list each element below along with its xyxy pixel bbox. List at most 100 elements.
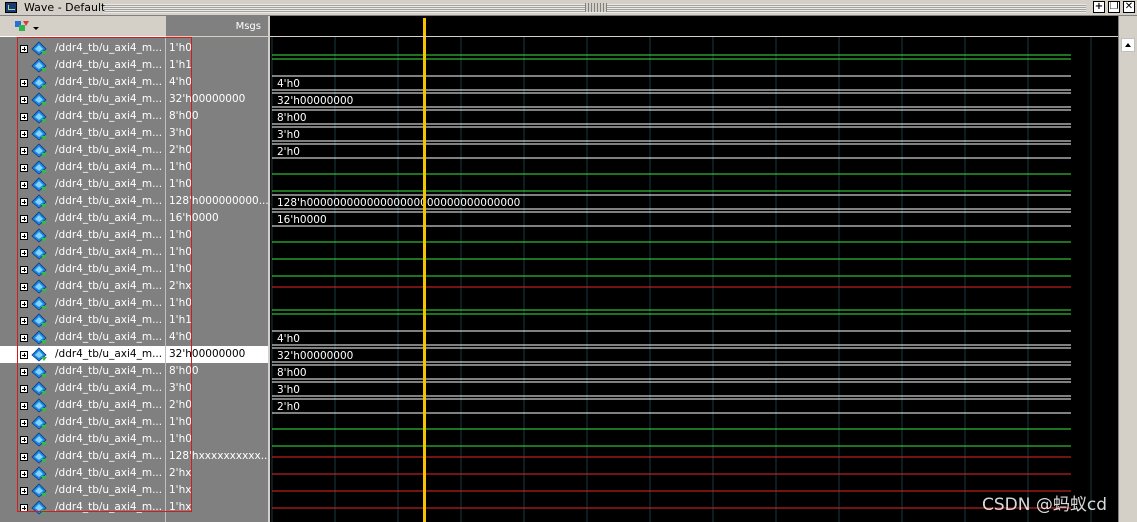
- expand-icon[interactable]: [20, 504, 28, 512]
- signal-value[interactable]: 1'hx: [166, 499, 268, 516]
- signal-row[interactable]: /ddr4_tb/u_axi4_m...: [0, 431, 165, 448]
- signal-diamond-icon: [31, 500, 47, 515]
- expand-icon[interactable]: [20, 453, 28, 461]
- signal-value[interactable]: 1'h0: [166, 40, 268, 57]
- signal-row[interactable]: /ddr4_tb/u_axi4_m...: [0, 74, 165, 91]
- signal-value[interactable]: 3'h0: [166, 125, 268, 142]
- signal-row[interactable]: /ddr4_tb/u_axi4_m...: [0, 125, 165, 142]
- signal-value[interactable]: 8'h00: [166, 363, 268, 380]
- signal-value[interactable]: 2'h0: [166, 142, 268, 159]
- signal-diamond-icon: [31, 177, 47, 192]
- expand-icon[interactable]: [20, 181, 28, 189]
- signal-value[interactable]: 1'h0: [166, 414, 268, 431]
- expand-icon[interactable]: [20, 130, 28, 138]
- signal-row[interactable]: /ddr4_tb/u_axi4_m...: [0, 363, 165, 380]
- signal-value[interactable]: 1'h0: [166, 244, 268, 261]
- expand-icon[interactable]: [20, 164, 28, 172]
- signal-name: /ddr4_tb/u_axi4_m...: [55, 399, 163, 411]
- signal-value[interactable]: 128'h000000000...: [166, 193, 268, 210]
- waveform-pane[interactable]: 4'h0 32'h00000000 8'h00 3'h0 2'h0 128'h000000…: [270, 37, 1118, 522]
- expand-icon[interactable]: [20, 317, 28, 325]
- signal-row[interactable]: /ddr4_tb/u_axi4_m...: [0, 91, 165, 108]
- expand-icon[interactable]: [20, 487, 28, 495]
- signal-value[interactable]: 8'h00: [166, 108, 268, 125]
- expand-icon[interactable]: [20, 419, 28, 427]
- undock-icon[interactable]: ❐: [1108, 1, 1120, 13]
- close-icon[interactable]: ✕: [1123, 1, 1135, 13]
- signal-row[interactable]: /ddr4_tb/u_axi4_m...: [0, 244, 165, 261]
- signal-row[interactable]: /ddr4_tb/u_axi4_m...: [0, 210, 165, 227]
- expand-icon[interactable]: [20, 96, 28, 104]
- signal-value[interactable]: 16'h0000: [166, 210, 268, 227]
- expand-icon[interactable]: [20, 266, 28, 274]
- expand-icon[interactable]: [20, 368, 28, 376]
- expand-icon[interactable]: [20, 436, 28, 444]
- signal-name: /ddr4_tb/u_axi4_m...: [55, 127, 163, 139]
- signal-row[interactable]: /ddr4_tb/u_axi4_m...: [0, 176, 165, 193]
- signal-name: /ddr4_tb/u_axi4_m...: [55, 501, 163, 513]
- signal-value[interactable]: 1'h0: [166, 295, 268, 312]
- signal-row[interactable]: /ddr4_tb/u_axi4_m...: [0, 261, 165, 278]
- signal-value[interactable]: 1'h0: [166, 227, 268, 244]
- signal-value[interactable]: 2'hx: [166, 278, 268, 295]
- signal-value[interactable]: 1'hx: [166, 482, 268, 499]
- signal-value[interactable]: 128'hxxxxxxxxxx...: [166, 448, 268, 465]
- expand-icon[interactable]: [20, 198, 28, 206]
- signal-value[interactable]: 4'h0: [166, 329, 268, 346]
- expand-icon[interactable]: [20, 113, 28, 121]
- expand-icon[interactable]: [20, 334, 28, 342]
- signal-row[interactable]: /ddr4_tb/u_axi4_m...: [0, 227, 165, 244]
- expand-icon[interactable]: [20, 45, 28, 53]
- signal-row[interactable]: /ddr4_tb/u_axi4_m...: [0, 397, 165, 414]
- signal-value[interactable]: 3'h0: [166, 380, 268, 397]
- signal-row[interactable]: /ddr4_tb/u_axi4_m...: [0, 159, 165, 176]
- add-icon[interactable]: +: [1093, 1, 1105, 13]
- signal-row[interactable]: /ddr4_tb/u_axi4_m...: [0, 414, 165, 431]
- waveform-canvas[interactable]: 4'h0 32'h00000000 8'h00 3'h0 2'h0 128'h000000…: [270, 37, 1118, 522]
- signal-value[interactable]: 1'h0: [166, 431, 268, 448]
- expand-icon[interactable]: [20, 215, 28, 223]
- signal-name: /ddr4_tb/u_axi4_m...: [55, 59, 163, 71]
- signal-value[interactable]: 1'h1: [166, 312, 268, 329]
- signal-row[interactable]: /ddr4_tb/u_axi4_m...: [0, 380, 165, 397]
- dock-handle[interactable]: [585, 3, 607, 12]
- expand-icon[interactable]: [20, 249, 28, 257]
- wave-tool-dropdown-icon[interactable]: [14, 19, 42, 34]
- expand-icon[interactable]: [20, 402, 28, 410]
- signal-row[interactable]: /ddr4_tb/u_axi4_m...: [0, 57, 165, 74]
- signal-value[interactable]: 1'h1: [166, 57, 268, 74]
- signal-row[interactable]: /ddr4_tb/u_axi4_m...: [0, 142, 165, 159]
- signal-row[interactable]: /ddr4_tb/u_axi4_m...: [0, 448, 165, 465]
- expand-icon[interactable]: [20, 351, 28, 359]
- signal-row[interactable]: /ddr4_tb/u_axi4_m...: [0, 278, 165, 295]
- signal-row[interactable]: /ddr4_tb/u_axi4_m...: [0, 40, 165, 57]
- signal-row[interactable]: /ddr4_tb/u_axi4_m...: [0, 295, 165, 312]
- expand-icon[interactable]: [20, 147, 28, 155]
- expand-icon[interactable]: [20, 300, 28, 308]
- signal-value[interactable]: 32'h00000000: [166, 91, 268, 108]
- signal-row[interactable]: /ddr4_tb/u_axi4_m...: [0, 465, 165, 482]
- signal-value[interactable]: 2'hx: [166, 465, 268, 482]
- signal-value[interactable]: 32'h00000000: [166, 346, 268, 363]
- signal-row[interactable]: /ddr4_tb/u_axi4_m...: [0, 108, 165, 125]
- expand-icon[interactable]: [20, 283, 28, 291]
- signal-row[interactable]: /ddr4_tb/u_axi4_m...: [0, 329, 165, 346]
- signal-row[interactable]: /ddr4_tb/u_axi4_m...: [0, 312, 165, 329]
- vertical-scrollbar[interactable]: [1118, 16, 1137, 522]
- expand-icon[interactable]: [20, 79, 28, 87]
- signal-value[interactable]: 1'h0: [166, 261, 268, 278]
- signal-value[interactable]: 4'h0: [166, 74, 268, 91]
- signal-value[interactable]: 1'h0: [166, 159, 268, 176]
- signal-value[interactable]: 2'h0: [166, 397, 268, 414]
- signal-diamond-icon: [31, 160, 47, 175]
- signal-row[interactable]: /ddr4_tb/u_axi4_m...: [0, 482, 165, 499]
- expand-icon[interactable]: [20, 385, 28, 393]
- expand-icon[interactable]: [20, 232, 28, 240]
- signal-row[interactable]: /ddr4_tb/u_axi4_m...: [0, 193, 165, 210]
- bus-value-label: 8'h00: [277, 112, 307, 124]
- signal-row[interactable]: /ddr4_tb/u_axi4_m...: [0, 499, 165, 516]
- signal-value[interactable]: 1'h0: [166, 176, 268, 193]
- scroll-up-icon[interactable]: [1121, 38, 1135, 52]
- expand-icon[interactable]: [20, 470, 28, 478]
- signal-row[interactable]: /ddr4_tb/u_axi4_m...: [0, 346, 165, 363]
